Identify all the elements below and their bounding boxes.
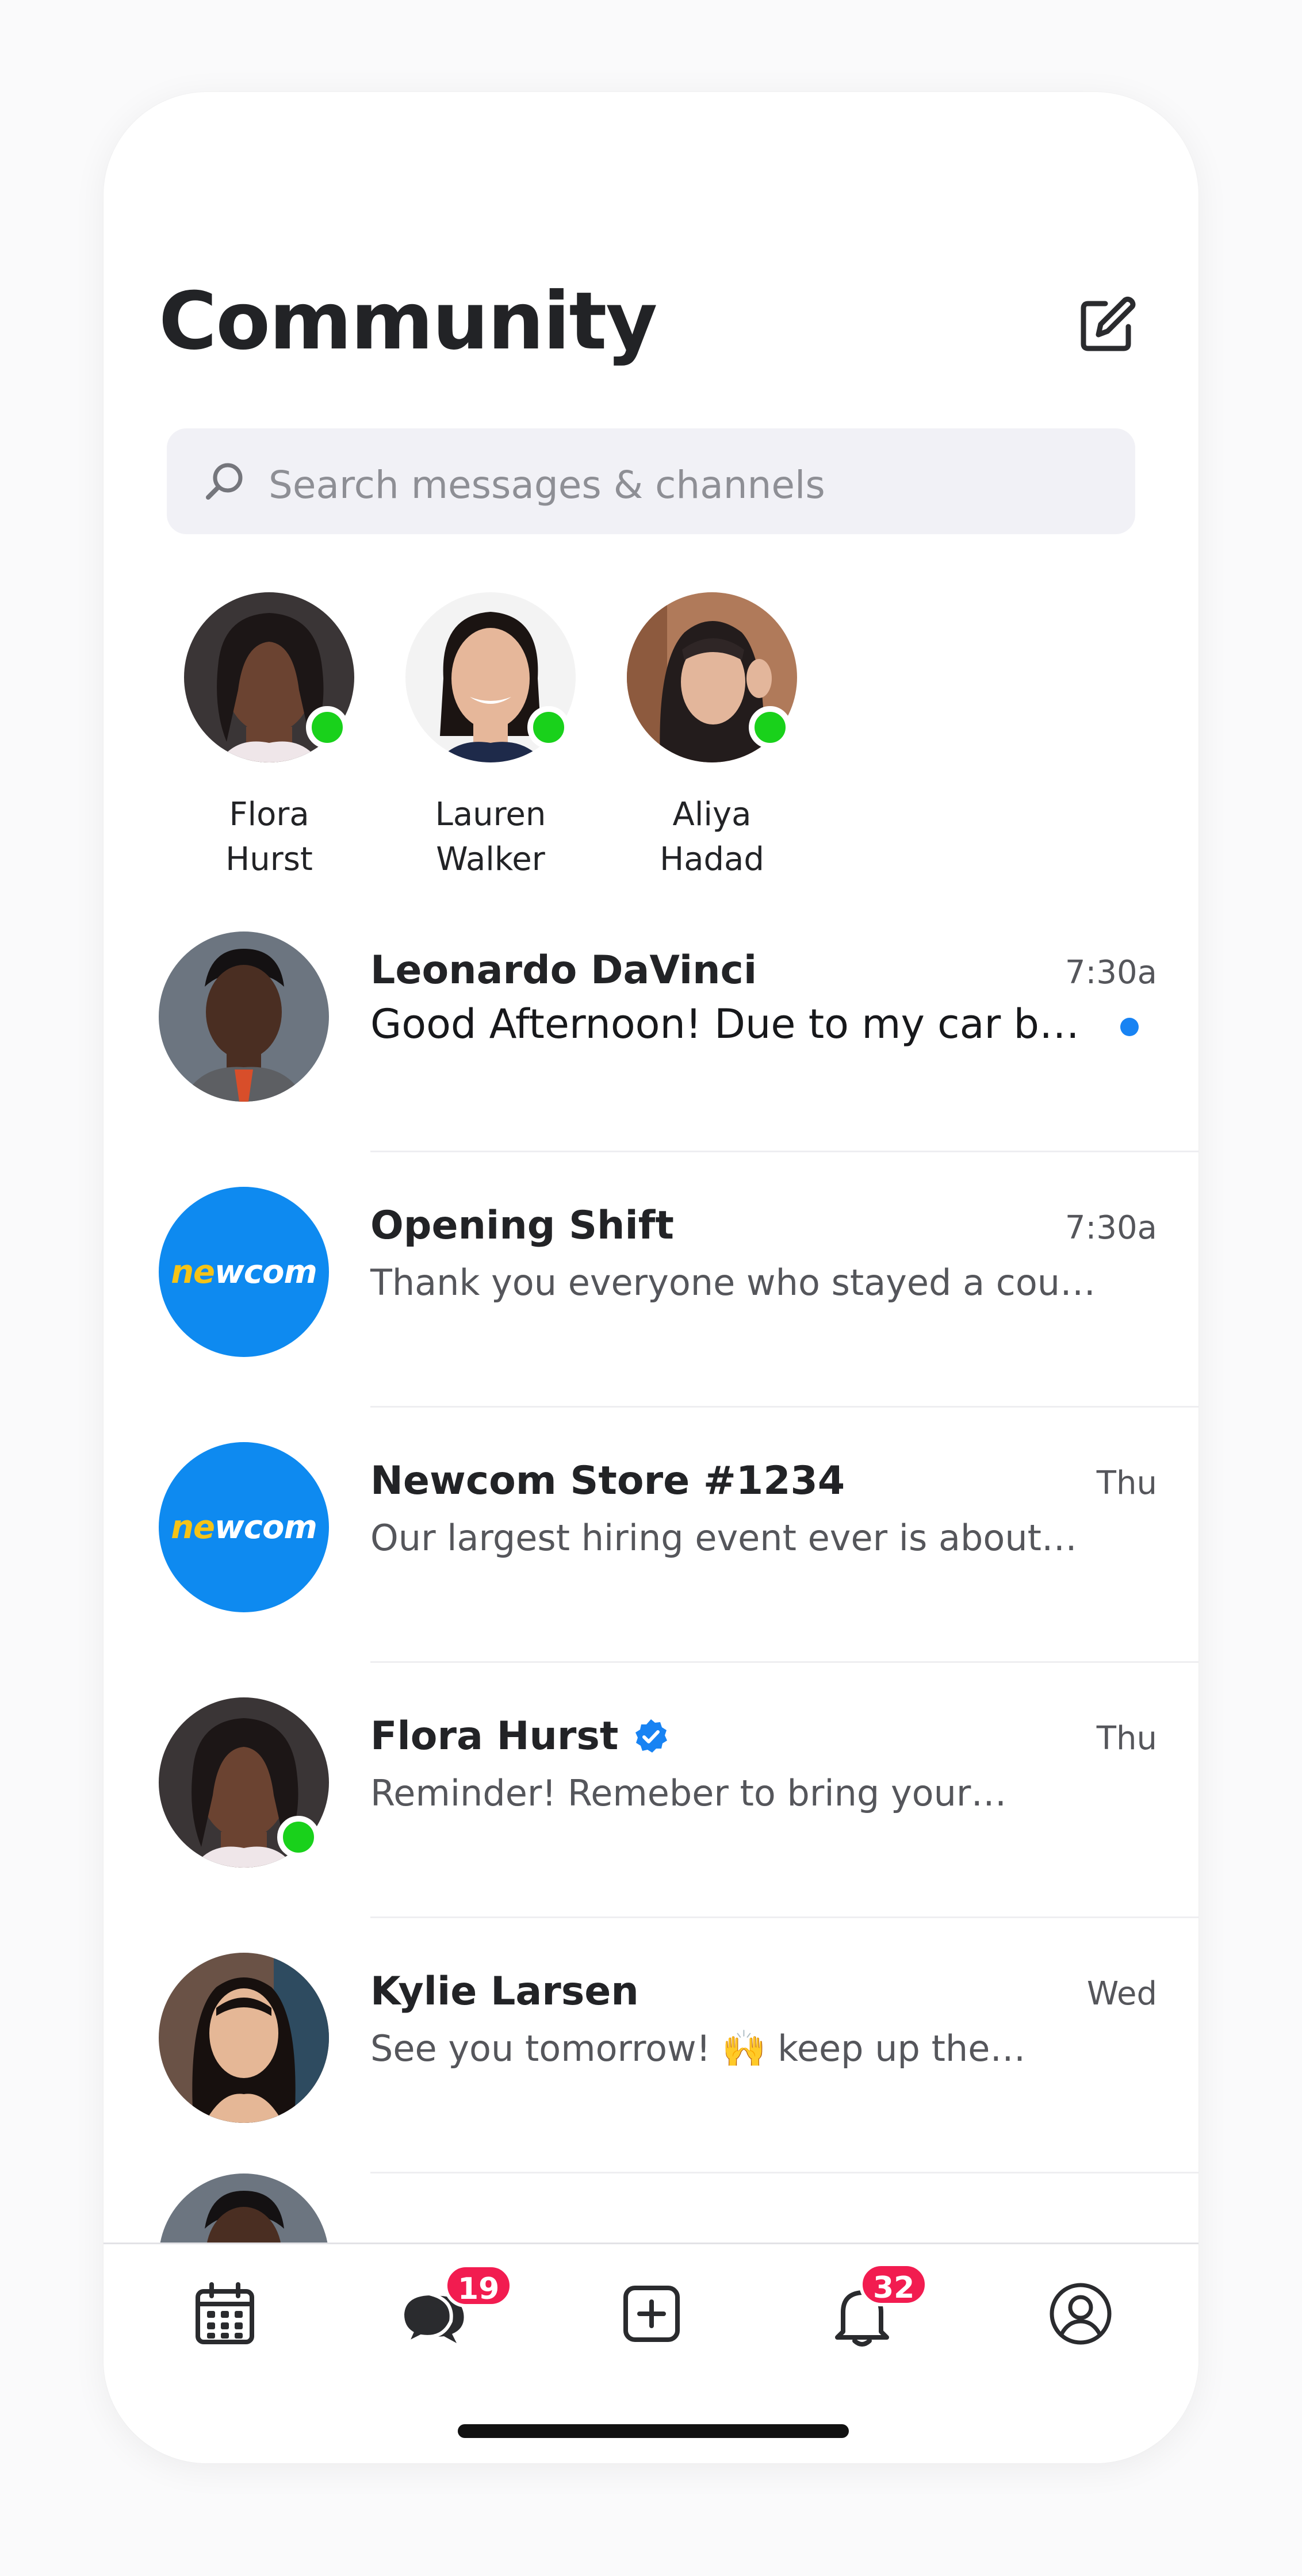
conversation-name: Kylie Larsen (370, 1969, 639, 2014)
conversation-row-opening-shift[interactable]: newcom Opening Shift 7:30a Thank you eve… (104, 1152, 1198, 1408)
avatar: newcom (159, 1442, 329, 1612)
online-status-dot (277, 1816, 320, 1858)
conversation-name: Newcom Store #1234 (370, 1458, 845, 1504)
online-status-dot (527, 706, 570, 749)
conversation-row-kylie-larsen[interactable]: Kylie Larsen Wed See you tomorrow! 🙌 kee… (104, 1918, 1198, 2174)
conversation-name: Leonardo DaVinci (370, 948, 757, 993)
avatar (159, 1697, 329, 1868)
conversation-preview: Reminder! Remeber to bring your… (370, 1772, 1007, 1814)
story-flora-hurst[interactable]: Flora Hurst (183, 592, 355, 882)
story-name-last: Hurst (225, 841, 313, 878)
search-bar[interactable]: Search messages & channels (167, 428, 1135, 534)
notifications-badge: 32 (859, 2263, 929, 2306)
search-input[interactable]: Search messages & channels (269, 466, 825, 504)
search-icon (201, 458, 247, 504)
story-aliya-hadad[interactable]: Aliya Hadad (626, 592, 798, 882)
phone-screen: Community Search messages & channels Flo… (104, 92, 1198, 2463)
conversation-preview: Thank you everyone who stayed a cou… (370, 1262, 1096, 1304)
conversation-time: Wed (1086, 1975, 1157, 2012)
story-name-first: Aliya (672, 796, 752, 833)
brand-logo: newcom (171, 1508, 317, 1546)
avatar (184, 592, 354, 762)
story-name-first: Lauren (435, 796, 546, 833)
avatar (159, 931, 329, 1102)
avatar (627, 592, 797, 762)
chat-icon[interactable]: 19 (397, 2264, 514, 2351)
story-name-last: Hadad (660, 841, 764, 878)
avatar (405, 592, 576, 762)
conversation-time: 7:30a (1064, 1209, 1157, 1247)
avatar: newcom (159, 1187, 329, 1357)
brand-logo: newcom (171, 1253, 317, 1291)
conversation-name: Opening Shift (370, 1203, 674, 1248)
conversation-time: Thu (1096, 1465, 1157, 1502)
conversation-row-flora-hurst[interactable]: Flora Hurst Thu Reminder! Remeber to bri… (104, 1663, 1198, 1918)
conversation-name: Flora Hurst (370, 1713, 619, 1759)
compose-icon[interactable] (1075, 293, 1139, 356)
unread-indicator (1120, 1018, 1139, 1036)
online-status-dot (306, 706, 349, 749)
bell-icon[interactable]: 32 (825, 2263, 929, 2351)
story-name-last: Walker (436, 841, 545, 878)
profile-icon[interactable] (1043, 2276, 1118, 2351)
messages-badge: 19 (444, 2264, 514, 2307)
online-status-dot (749, 706, 791, 749)
conversation-row-leonardo-davinci[interactable]: Leonardo DaVinci 7:30a Good Afternoon! D… (104, 897, 1198, 1152)
add-square-icon[interactable] (614, 2276, 689, 2351)
conversation-time: 7:30a (1064, 954, 1157, 991)
avatar (159, 1953, 329, 2123)
conversation-preview: See you tomorrow! 🙌 keep up the… (370, 2027, 1026, 2069)
calendar-icon[interactable] (187, 2276, 262, 2351)
conversation-preview: Our largest hiring event ever is about… (370, 1517, 1077, 1559)
page-title: Community (159, 275, 657, 367)
conversation-preview: Good Afternoon! Due to my car b… (370, 1000, 1079, 1048)
story-lauren-walker[interactable]: Lauren Walker (404, 592, 577, 882)
verified-badge-icon (632, 1718, 670, 1755)
home-indicator[interactable] (458, 2424, 849, 2438)
conversation-row-newcom-store[interactable]: newcom Newcom Store #1234 Thu Our larges… (104, 1408, 1198, 1663)
story-name-first: Flora (229, 796, 309, 833)
conversation-time: Thu (1096, 1720, 1157, 1757)
